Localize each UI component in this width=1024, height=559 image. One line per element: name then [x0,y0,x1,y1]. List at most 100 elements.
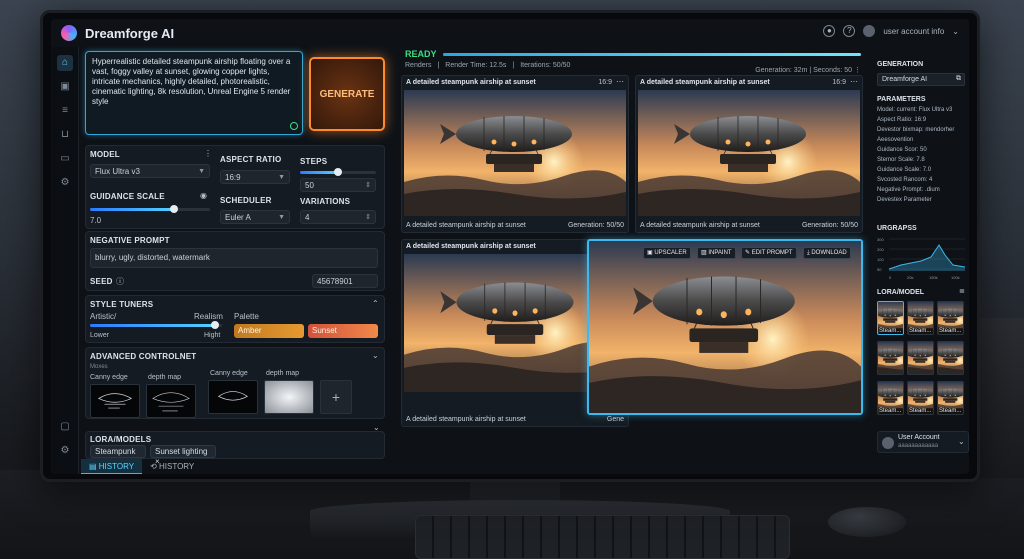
graph-x-tick: 150k [929,275,938,280]
prompt-input[interactable]: Hyperrealistic detailed steampunk airshi… [85,51,303,135]
parameter-row: Svcosted Rancom: 4 [877,177,933,183]
style-slider-knob[interactable] [211,321,220,329]
lora-chip[interactable]: Steampunk × [90,445,146,466]
controlnet-canny-thumb[interactable] [90,384,140,418]
settings-icon[interactable]: ⚙ [57,443,73,459]
image-aspect: 16:9 [598,79,612,86]
generated-image[interactable] [638,90,860,216]
account-card[interactable]: User Account aaaaaaaaaaaa ⌄ [877,431,969,453]
account-sub: aaaaaaaaaaaa [898,443,939,449]
palette-swatch-sunset[interactable]: Sunset [308,324,378,338]
generated-image[interactable] [404,90,626,216]
inpaint-button[interactable]: ▨ INPAINT [697,247,736,259]
lora-thumbnail[interactable] [877,341,904,375]
more-icon[interactable]: ⋯ [850,77,858,86]
home-icon[interactable]: ⌂ [57,55,73,71]
model-select[interactable]: Flux Ultra v3 ▼ [90,164,210,178]
app-title: Dreamforge AI [85,25,175,41]
chevron-down-icon[interactable]: ⌄ [372,351,379,360]
lora-thumbnail[interactable]: Steam... [937,381,964,415]
app-window: Dreamforge AI ● ? user account info ⌄ ⌂ … [51,19,969,474]
render-progress-fill [443,53,861,56]
menu-icon[interactable]: ≡ [57,103,73,119]
copy-icon[interactable]: ⧉ [956,75,961,83]
airship-image [938,342,963,374]
download-button[interactable]: ⤓ DOWNLOAD [803,247,851,259]
inbox-icon[interactable]: ⊔ [57,127,73,143]
action-label: DOWNLOAD [811,250,847,256]
image-generation: Gene [606,416,624,423]
image-icon[interactable]: ▣ [57,79,73,95]
notification-icon[interactable]: ● [823,25,836,37]
canny-edge-image [97,393,133,409]
lora-thumbnail[interactable]: Steam... [877,381,904,415]
controlnet-depth-thumb[interactable] [264,380,314,414]
tab-label: HISTORY [98,462,135,471]
generation-meta: Generation: 32m | Seconds: 50 ⋮ [755,66,861,74]
image-title: A detailed steampunk airship at sunset [406,79,536,86]
chevron-down-icon[interactable]: ⌄ [952,27,959,36]
aspect-ratio-select[interactable]: 16:9 ▼ [220,170,290,184]
renders-label: Renders [405,62,432,69]
guidance-slider-knob[interactable] [170,205,178,213]
selected-image-card[interactable]: ▣ UPSCALER ▨ INPAINT ✎ EDIT PROMPT ⤓ DOW… [587,239,863,415]
controlnet-depth-thumb[interactable] [146,384,196,418]
folder-icon[interactable]: ▭ [57,151,73,167]
steps-slider-knob[interactable] [334,168,342,176]
seed-input[interactable]: 45678901 [312,274,378,288]
image-card[interactable]: A detailed steampunk airship at sunset 1… [401,75,629,233]
controlnet-item-label: Canny edge [210,370,248,377]
style-slider[interactable] [90,321,222,329]
lora-thumbnail[interactable] [937,341,964,375]
negative-prompt-input[interactable]: blurry, ugly, distorted, watermark [90,248,378,268]
action-label: EDIT PROMPT [751,250,793,256]
account-menu[interactable]: user account info [883,27,944,36]
gear-icon[interactable]: ⚙ [57,175,73,191]
upscaler-button[interactable]: ▣ UPSCALER [643,247,691,259]
list-icon[interactable]: ≣ [959,287,965,295]
more-icon[interactable]: ⋮ [204,149,212,158]
add-controlnet-button[interactable]: + [320,380,352,414]
lora-thumbnail[interactable] [907,341,934,375]
generated-image[interactable] [589,241,861,413]
chevron-down-icon[interactable]: ⌄ [958,437,965,446]
generation-field[interactable]: Dreamforge AI ⧉ [877,73,965,86]
palette-swatch-amber[interactable]: Amber [234,324,304,338]
lora-thumbnail[interactable]: Steam... [907,381,934,415]
help-icon[interactable]: ? [843,25,856,37]
info-icon[interactable]: ⓘ [116,276,124,287]
tab-history[interactable]: ▤ HISTORY [81,459,143,474]
style-tuners-card: STYLE TUNERS ⌃ Artistic/ Realism Lower H… [85,295,385,343]
eye-icon[interactable]: ◉ [200,191,207,200]
lora-chip[interactable]: Sunset lighting × [150,445,216,466]
tab-history-2[interactable]: ⟲ HISTORY [142,459,202,474]
steps-stepper[interactable]: 50 ⇕ [300,178,376,192]
more-icon[interactable]: ⋮ [854,67,861,74]
history-tabs: ▤ HISTORY ⟲ HISTORY [81,459,393,474]
scheduler-label: SCHEDULER [220,196,272,205]
variations-stepper[interactable]: 4 ⇕ [300,210,376,224]
controlnet-canny-thumb[interactable] [208,380,258,414]
lora-thumbnail-label: Steam... [879,328,903,334]
scheduler-select[interactable]: Euler A ▼ [220,210,290,224]
speaker-right [975,318,1024,478]
lora-thumbnail[interactable]: Steam... [937,301,964,335]
guidance-slider[interactable] [90,205,210,213]
lora-models-card: LORA/MODELS Steampunk × Sunset lighting … [85,431,385,466]
chat-icon[interactable]: ▢ [57,419,73,435]
generate-button[interactable]: GENERATE [309,57,385,131]
image-caption: A detailed steampunk airship at sunset [640,222,760,229]
more-icon[interactable]: ⋯ [616,77,624,86]
chevron-up-icon[interactable]: ⌃ [372,299,379,308]
usage-graph-svg: 300 200 100 50 0 20k 150k 100k [877,237,965,280]
edit-prompt-button[interactable]: ✎ EDIT PROMPT [741,247,797,259]
lora-thumbnail[interactable]: Steam... [877,301,904,335]
negative-prompt-value: blurry, ugly, distorted, watermark [95,253,210,262]
image-card[interactable]: A detailed steampunk airship at sunset 1… [635,75,863,233]
avatar[interactable] [863,25,876,37]
style-left-label: Artistic/ [90,312,117,321]
palette-label: Palette [234,312,259,321]
steps-slider[interactable] [300,168,376,176]
icon-rail: ⌂ ▣ ≡ ⊔ ▭ ⚙ ▢ ⚙ [51,47,79,474]
lora-thumbnail[interactable]: Steam... [907,301,934,335]
